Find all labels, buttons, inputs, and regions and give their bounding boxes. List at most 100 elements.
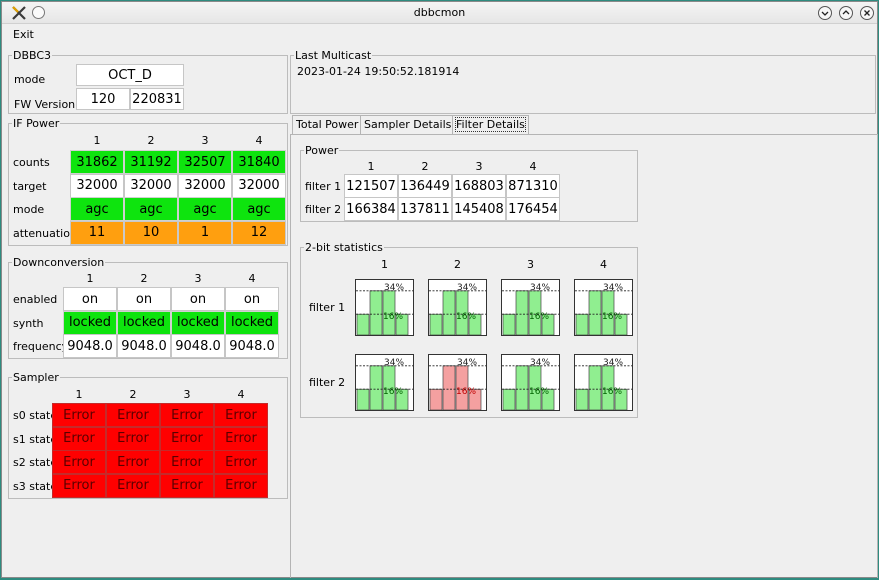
column-header: 3 [183, 388, 191, 401]
histogram-svg: 34% 16% [429, 358, 486, 410]
row-label: filter 2 [309, 376, 346, 389]
two-bit-stats-grid: 1 2 3 4 filter 1 34% 16% 34% 16% 34% 16% 34% 16% filt… [301, 253, 637, 419]
value-cell: locked [117, 310, 171, 335]
value-cell: on [171, 287, 225, 311]
maximize-icon[interactable] [839, 6, 853, 20]
fw-version-major: 120 [76, 88, 130, 110]
row-label: s1 state [13, 432, 58, 446]
reference-label: 34% [384, 358, 404, 368]
column-header: 2 [140, 272, 148, 285]
histogram-chart: 34% 16% [574, 279, 633, 336]
reference-label: 16% [529, 312, 549, 322]
reference-label: 16% [383, 387, 403, 397]
histogram-svg: 34% 16% [575, 283, 632, 335]
value-cell: Error [160, 403, 214, 427]
value-cell: 1 [178, 220, 232, 245]
value-cell: agc [124, 197, 178, 221]
fw-version-date: 220831 [130, 88, 184, 110]
value-cell: 168803 [452, 174, 506, 198]
histogram-bar [429, 313, 443, 335]
value-cell: 9048.0 [63, 334, 117, 358]
tab-total-power[interactable]: Total Power [292, 115, 363, 135]
histogram-bar [356, 388, 370, 410]
value-cell: 9048.0 [225, 334, 279, 358]
reference-label: 34% [603, 358, 623, 368]
row-label: s3 state [13, 479, 58, 493]
value-cell: Error [160, 426, 214, 451]
tab-filter-details[interactable]: Filter Details [452, 115, 529, 135]
row-label: target [13, 179, 47, 193]
column-header: 1 [381, 258, 388, 271]
value-cell: 9048.0 [171, 334, 225, 358]
value-cell: 32000 [232, 173, 286, 198]
two-bit-stats-group: 2-bit statistics 1 2 3 4 filter 1 34% 16% 34% 16… [300, 242, 638, 418]
value-cell: Error [106, 426, 160, 451]
reference-label: 16% [383, 312, 403, 322]
if-power-group: IF Power 1 2 3 4 counts 31862 31192 32507 31840 t… [8, 118, 288, 246]
minimize-icon[interactable] [818, 6, 832, 20]
histogram-bar [442, 290, 456, 335]
histogram-bar [369, 365, 383, 410]
reference-label: 34% [384, 283, 404, 293]
row-label: filter 1 [305, 180, 342, 193]
value-cell: on [63, 287, 117, 311]
value-cell: Error [106, 473, 160, 498]
value-cell: Error [160, 473, 214, 498]
column-header: 3 [194, 272, 202, 285]
value-cell: 32507 [178, 150, 232, 174]
histogram-bar [515, 290, 529, 335]
app-window: dbbcmon Exit DBBC3 mode OCT_D FW Version… [1, 1, 878, 578]
reference-label: 34% [530, 283, 550, 293]
reference-label: 34% [603, 283, 623, 293]
last-multicast-group: Last Multicast 2023-01-24 19:50:52.18191… [290, 50, 876, 114]
reference-label: 34% [457, 358, 477, 368]
reference-label: 16% [456, 312, 476, 322]
histogram-bar [369, 290, 383, 335]
column-header: 3 [527, 258, 534, 271]
column-header: 1 [86, 272, 94, 285]
mode-value: OCT_D [76, 64, 184, 86]
row-label: s0 state [13, 409, 58, 422]
close-icon[interactable] [860, 6, 874, 20]
value-cell: 121507 [344, 174, 398, 198]
histogram-svg: 34% 16% [502, 283, 559, 335]
dbbc3-title: DBBC3 [13, 49, 52, 62]
downconversion-title: Downconversion [13, 256, 105, 269]
histogram-chart: 34% 16% [355, 279, 414, 336]
reference-label: 16% [456, 387, 476, 397]
reference-label: 16% [529, 387, 549, 397]
title-bar: dbbcmon [2, 2, 877, 24]
histogram-chart: 34% 16% [574, 354, 633, 411]
value-cell: 166384 [344, 197, 398, 221]
histogram-bar [502, 313, 516, 335]
value-cell: 136449 [398, 174, 452, 198]
histogram-chart: 34% 16% [355, 354, 414, 411]
row-label: frequency [13, 340, 69, 353]
value-cell: agc [232, 197, 286, 221]
value-cell: Error [214, 403, 268, 427]
value-cell: Error [214, 473, 268, 498]
value-cell: agc [70, 197, 124, 221]
fw-version-label: FW Version [14, 98, 76, 111]
value-cell: 871310 [506, 174, 560, 198]
histogram-bar [588, 290, 602, 335]
sampler-table: 1 2 3 4 s0 state Error Error Error Error s1 state… [9, 383, 287, 500]
sampler-title: Sampler [13, 371, 59, 384]
menu-exit[interactable]: Exit [13, 28, 34, 41]
histogram-bar [502, 388, 516, 410]
column-header: 2 [454, 258, 461, 271]
row-label: counts [13, 156, 50, 169]
row-label: filter 2 [305, 203, 342, 216]
tab-sampler-details[interactable]: Sampler Details [360, 115, 456, 135]
value-cell: 32000 [70, 173, 124, 198]
row-label: s2 state [13, 456, 58, 469]
value-cell: Error [160, 450, 214, 474]
histogram-svg: 34% 16% [356, 283, 413, 335]
column-header: 2 [147, 134, 155, 147]
value-cell: 176454 [506, 197, 560, 221]
menu-bar: Exit [2, 24, 877, 44]
column-header: 4 [529, 160, 537, 173]
value-cell: Error [52, 426, 106, 451]
column-header: 1 [93, 134, 101, 147]
downconversion-table: 1 2 3 4 enabled on on on on synth locked locked lock… [9, 268, 287, 360]
